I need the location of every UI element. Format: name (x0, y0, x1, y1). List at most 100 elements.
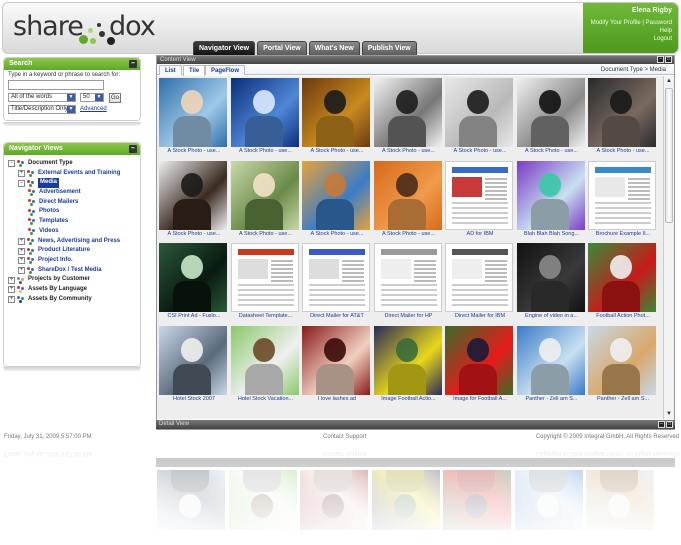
media-tile[interactable]: Engine of video in a... (516, 241, 586, 322)
media-tile[interactable]: Hotel Stock 2007 (158, 324, 228, 405)
advanced-search-link[interactable]: Advanced (80, 106, 107, 112)
photo-world-map-thumbnail[interactable] (230, 78, 299, 147)
maximize-icon[interactable]: □ (666, 421, 673, 428)
media-tile[interactable]: A Stock Photo - use... (230, 159, 300, 240)
collapse-navigator-button[interactable]: – (129, 145, 137, 153)
media-tile[interactable]: A Stock Photo - use... (516, 76, 586, 157)
media-tile[interactable]: Datasheet Template... (230, 241, 300, 322)
media-tile[interactable]: Image Football Actio... (373, 324, 443, 405)
art-stripes-thumbnail[interactable] (516, 160, 585, 230)
media-tile[interactable]: A Stock Photo - use... (373, 159, 443, 240)
media-tile[interactable]: A Stock Photo - use... (373, 76, 443, 157)
tree-node-sharedox-test-media[interactable]: + ShareDox / Test Media (8, 266, 140, 276)
scroll-up-icon[interactable]: ▲ (665, 77, 673, 85)
tree-node-videos[interactable]: Videos (8, 227, 140, 237)
go-button[interactable]: Go (109, 93, 121, 103)
view-tab-list[interactable]: List (159, 65, 182, 75)
tab-portal-view[interactable]: Portal View (257, 41, 307, 56)
photo-man-blue-thumbnail[interactable] (159, 78, 227, 147)
tile-caption[interactable]: A Stock Photo - use... (587, 148, 659, 154)
expand-icon[interactable]: + (8, 276, 15, 284)
maximize-icon[interactable]: □ (665, 56, 672, 63)
expand-icon[interactable]: + (18, 247, 25, 255)
tile-caption[interactable]: A Stock Photo - use... (373, 148, 445, 154)
doc-mailer-att-thumbnail[interactable] (302, 243, 370, 312)
scrollbar-thumb[interactable] (665, 88, 673, 223)
expand-icon[interactable]: + (8, 286, 15, 294)
tree-node-document-type[interactable]: - Document Type (8, 159, 140, 169)
doc-mailer-hp-thumbnail[interactable] (373, 243, 442, 312)
tile-caption[interactable]: A Stock Photo - use... (230, 148, 302, 154)
collapse-icon[interactable]: - (18, 179, 25, 187)
ad-lashes-thumbnail[interactable] (302, 325, 370, 395)
tree-node-direct-mailers[interactable]: Direct Mailers (8, 198, 140, 208)
media-tile[interactable]: I love lashes ad (301, 324, 371, 405)
expand-icon[interactable]: + (18, 266, 25, 274)
tile-caption[interactable]: Hotel Stock Vacation... (230, 396, 302, 402)
view-tab-pageflow[interactable]: PageFlow (205, 65, 246, 75)
media-tile[interactable]: A Stock Photo - use... (158, 159, 228, 240)
photo-couple-laptop-thumbnail[interactable] (302, 78, 370, 147)
tile-caption[interactable]: A Stock Photo - use... (516, 148, 588, 154)
collapse-search-button[interactable]: – (129, 60, 137, 68)
password-link[interactable]: Password (646, 20, 672, 26)
tile-caption[interactable]: Image Football Actio... (373, 396, 445, 402)
tile-caption[interactable]: A Stock Photo - use... (301, 148, 373, 154)
view-tab-tile[interactable]: Tile (183, 65, 206, 76)
photo-football-3-thumbnail[interactable] (445, 325, 513, 395)
tile-caption[interactable]: A Stock Photo - use... (373, 231, 445, 237)
tile-caption[interactable]: Datasheet Template... (230, 313, 302, 319)
results-count-select[interactable]: 50 ▼ (80, 93, 104, 102)
photo-football-2-thumbnail[interactable] (373, 325, 442, 395)
tile-caption[interactable]: Football Action Phot... (587, 313, 659, 319)
photo-accordion-thumbnail[interactable] (230, 325, 299, 395)
expand-icon[interactable]: + (8, 295, 15, 303)
media-tile[interactable]: A Stock Photo - use... (230, 76, 300, 157)
tree-node-assets-by-language[interactable]: + Assets By Language (8, 285, 140, 295)
logout-link[interactable]: Logout (583, 35, 672, 43)
photo-man-phone-thumbnail[interactable] (588, 78, 656, 147)
vertical-scrollbar[interactable]: ▲ ▼ (663, 76, 674, 419)
search-input[interactable] (8, 80, 104, 90)
tile-caption[interactable]: Brochure Example II... (587, 231, 659, 237)
tile-caption[interactable]: Direct Mailer for AT&T (301, 313, 373, 319)
tile-caption[interactable]: Image for Football A... (444, 396, 516, 402)
sharedox-logo[interactable]: share dox (13, 9, 163, 49)
doc-ad-ibm-thumbnail[interactable] (445, 160, 513, 230)
photo-woman-orange-thumbnail[interactable] (373, 160, 442, 230)
media-tile[interactable]: Panther - Zell am S... (587, 324, 657, 405)
media-tile[interactable]: Football Action Phot... (587, 241, 657, 322)
tile-caption[interactable]: A Stock Photo - use... (444, 148, 516, 154)
poster-csi-thumbnail[interactable] (159, 243, 227, 312)
doc-mailer-ibm-thumbnail[interactable] (445, 243, 513, 312)
minimize-icon[interactable]: – (658, 421, 665, 428)
media-tile[interactable]: Direct Mailer for IBM (444, 241, 514, 322)
expand-icon[interactable]: + (18, 170, 25, 178)
tile-caption[interactable]: Direct Mailer for IBM (444, 313, 516, 319)
media-tile[interactable]: Blah Blah Blah Song... (516, 159, 586, 240)
tab-publish-view[interactable]: Publish View (361, 41, 417, 56)
photo-engine-thumbnail[interactable] (516, 243, 585, 312)
tree-node-product-literature[interactable]: + Product Literature (8, 246, 140, 256)
tree-node-media[interactable]: - Media (8, 178, 140, 189)
photo-lake-thumbnail[interactable] (516, 325, 585, 395)
photo-woman-dark-thumbnail[interactable] (159, 160, 227, 230)
media-tile[interactable]: A Stock Photo - use... (444, 76, 514, 157)
detail-view-bar[interactable]: Detail View – □ (156, 420, 675, 429)
expand-icon[interactable]: + (18, 237, 25, 245)
media-tile[interactable]: Direct Mailer for HP (373, 241, 443, 322)
tree-node-templates[interactable]: Templates (8, 217, 140, 227)
media-tile[interactable]: A Stock Photo - use... (301, 76, 371, 157)
tree-node-advertisement[interactable]: Advertisement (8, 188, 140, 198)
photo-cablecar-thumbnail[interactable] (159, 325, 227, 395)
doc-brochure-thumbnail[interactable] (588, 160, 656, 230)
tree-node-photos[interactable]: Photos (8, 207, 140, 217)
help-link[interactable]: Help (583, 27, 672, 35)
contact-support-link[interactable]: Contact Support (323, 434, 366, 440)
tree-node-news-advertising-and-press[interactable]: + News, Advertising and Press (8, 237, 140, 247)
expand-icon[interactable]: + (18, 257, 25, 265)
photo-football-thumbnail[interactable] (588, 243, 656, 312)
scroll-down-icon[interactable]: ▼ (665, 410, 673, 418)
media-tile[interactable]: Brochure Example II... (587, 159, 657, 240)
media-tile[interactable]: AD for IBM (444, 159, 514, 240)
